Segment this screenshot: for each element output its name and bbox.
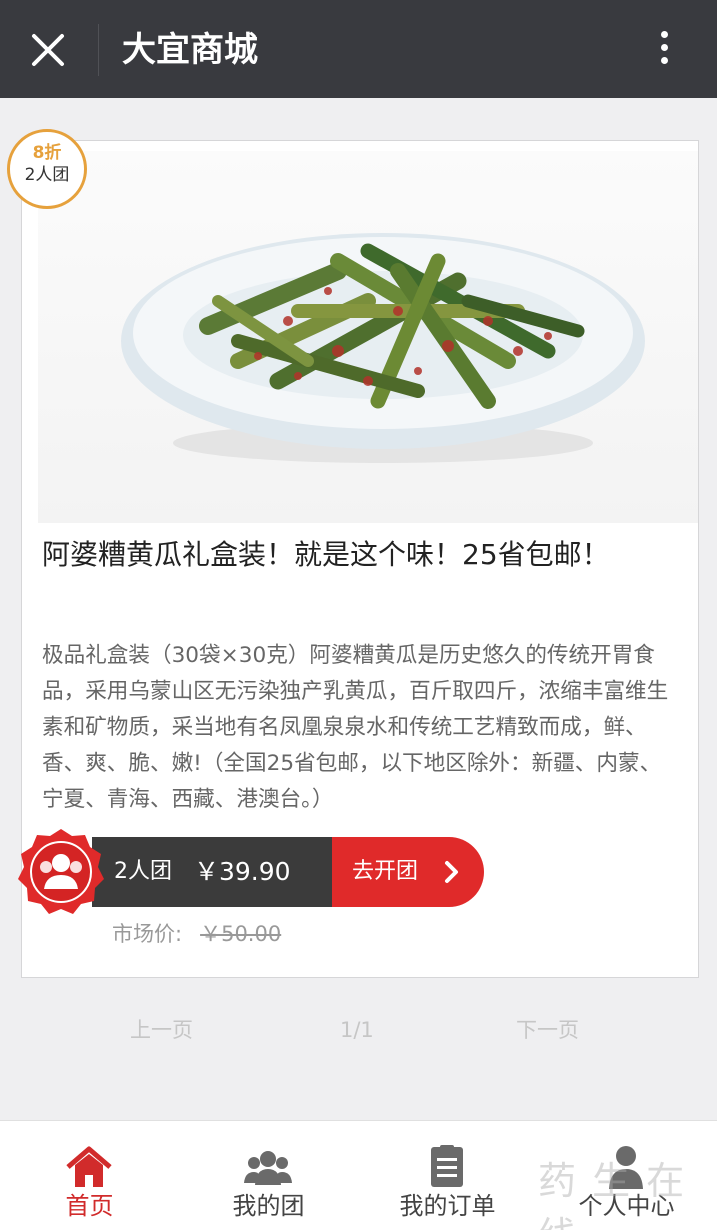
prev-page-button[interactable]: 上一页: [130, 1015, 193, 1045]
start-group-label: 去开团: [352, 859, 419, 884]
group-price: ￥39.90: [194, 857, 291, 886]
group-price-section: 2人团 ￥39.90: [92, 837, 332, 907]
tab-my-groups-label: 我的团: [232, 1192, 305, 1220]
group-buy-bar[interactable]: 2人团 ￥39.90 去开团: [92, 837, 484, 907]
tab-my-orders-label: 我的订单: [399, 1192, 496, 1220]
market-price-label: 市场价:: [112, 922, 183, 946]
more-vertical-icon[interactable]: [652, 28, 676, 72]
tab-home-label: 首页: [65, 1192, 114, 1220]
watermark: 药 生 在 线: [538, 1159, 687, 1230]
group-icon: [244, 1151, 292, 1185]
pagination: 上一页 1/1 下一页: [60, 1000, 660, 1060]
pickled-cucumber-photo: [121, 233, 645, 463]
home-icon: [66, 1146, 112, 1187]
clipboard-icon: [431, 1145, 463, 1187]
product-image[interactable]: [38, 151, 698, 523]
page-title: 大宜商城: [122, 30, 258, 70]
product-description: 极品礼盒装（30袋×30克）阿婆糟黄瓜是历史悠久的传统开胃食品，采用乌蒙山区无污…: [42, 643, 669, 812]
discount-text: 8折: [32, 143, 62, 163]
next-page-button[interactable]: 下一页: [516, 1015, 579, 1045]
tab-home[interactable]: 首页: [0, 1121, 179, 1230]
group-icon: [18, 829, 104, 914]
page-indicator: 1/1: [340, 1018, 374, 1042]
tab-my-groups[interactable]: 我的团: [179, 1121, 358, 1230]
top-bar: 大宜商城: [0, 0, 717, 98]
group-label: 2人团: [114, 859, 172, 884]
discount-badge: 8折 2人团: [7, 129, 87, 209]
close-icon[interactable]: [28, 30, 68, 70]
group-size-text: 2人团: [24, 165, 70, 185]
header-divider: [98, 24, 99, 76]
chevron-right-icon: [445, 861, 458, 883]
start-group-button[interactable]: 去开团: [332, 837, 484, 907]
tab-my-orders[interactable]: 我的订单: [358, 1121, 537, 1230]
product-title[interactable]: 阿婆糟黄瓜礼盒装！就是这个味！25省包邮！: [42, 531, 642, 579]
market-price-value: ￥50.00: [200, 922, 282, 946]
market-price-row: 市场价: ￥50.00: [112, 919, 281, 949]
product-card[interactable]: 8折 2人团 阿婆糟黄瓜礼盒装！就是这个味！25省包邮！ 极品礼盒装（30袋×3…: [7, 129, 699, 978]
